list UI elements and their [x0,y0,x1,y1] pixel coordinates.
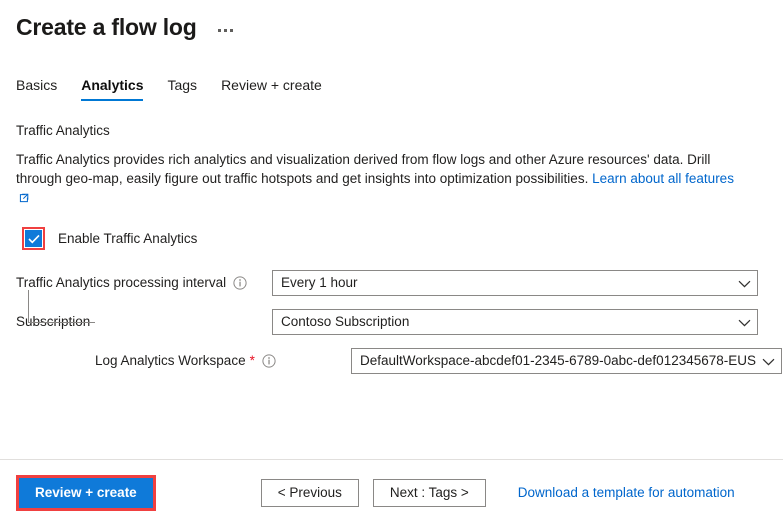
tab-label: Review + create [221,77,322,93]
footer-bar: Review + create < Previous Next : Tags >… [0,460,783,525]
enable-traffic-analytics-label[interactable]: Enable Traffic Analytics [58,230,197,248]
tab-bar: Basics Analytics Tags Review + create [0,73,783,101]
section-heading: Traffic Analytics [16,122,767,140]
ellipsis-dot [224,29,227,32]
page-title: Create a flow log [16,12,197,42]
processing-interval-label-group: Traffic Analytics processing interval [16,274,272,292]
required-asterisk: * [250,352,255,370]
wizard-nav-buttons: < Previous Next : Tags > [261,479,486,507]
analytics-form: Traffic Analytics processing interval Ev… [16,270,767,374]
next-button[interactable]: Next : Tags > [373,479,486,507]
tab-label: Basics [16,77,57,93]
chevron-down-icon [738,276,751,291]
external-link-icon [19,189,29,208]
tab-label: Analytics [81,77,143,93]
enable-traffic-analytics-row: Enable Traffic Analytics [22,227,767,250]
tab-review-create[interactable]: Review + create [221,76,322,101]
checkbox-highlight-ring [22,227,45,250]
title-bar: Create a flow log [0,0,783,42]
learn-link-label: Learn about all features [592,171,734,186]
log-analytics-workspace-value: DefaultWorkspace-abcdef01-2345-6789-0abc… [360,352,756,370]
subscription-label-group: Subscription [16,313,272,331]
checkmark-icon [28,234,40,244]
processing-interval-dropdown[interactable]: Every 1 hour [272,270,758,296]
info-icon[interactable] [262,354,276,368]
chevron-down-icon [738,315,751,330]
chevron-down-icon [762,354,775,369]
enable-traffic-analytics-checkbox[interactable] [25,230,42,247]
tab-tags[interactable]: Tags [167,76,197,101]
subscription-dropdown[interactable]: Contoso Subscription [272,309,758,335]
download-template-link[interactable]: Download a template for automation [518,485,735,500]
previous-button[interactable]: < Previous [261,479,359,507]
tab-analytics[interactable]: Analytics [81,76,143,101]
info-icon[interactable] [233,276,247,290]
processing-interval-label: Traffic Analytics processing interval [16,274,226,292]
form-row-log-analytics-workspace: Log Analytics Workspace * DefaultWorkspa… [16,348,767,374]
section-description: Traffic Analytics provides rich analytic… [16,150,744,208]
tab-basics[interactable]: Basics [16,76,57,101]
main-content: Traffic Analytics Traffic Analytics prov… [0,122,783,374]
more-options-icon[interactable] [215,27,236,34]
processing-interval-value: Every 1 hour [281,274,358,292]
form-row-processing-interval: Traffic Analytics processing interval Ev… [16,270,767,296]
review-create-highlight-ring: Review + create [16,475,156,511]
log-analytics-workspace-label-group: Log Analytics Workspace * [16,352,351,370]
tab-label: Tags [167,77,197,93]
log-analytics-workspace-label: Log Analytics Workspace [95,352,246,370]
log-analytics-workspace-dropdown[interactable]: DefaultWorkspace-abcdef01-2345-6789-0abc… [351,348,782,374]
form-row-subscription: Subscription Contoso Subscription [16,309,767,335]
subscription-value: Contoso Subscription [281,313,409,331]
subscription-label: Subscription [16,313,90,331]
ellipsis-dot [218,29,221,32]
review-create-button[interactable]: Review + create [19,478,153,508]
ellipsis-dot [230,29,233,32]
